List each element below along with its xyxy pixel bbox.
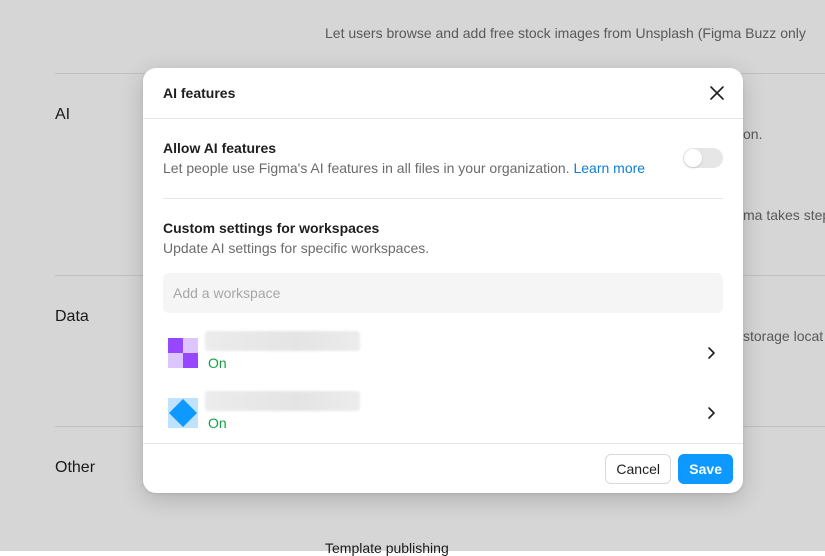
chevron-right-icon	[708, 407, 715, 419]
purple-grid-icon	[168, 338, 198, 368]
cancel-button[interactable]: Cancel	[605, 454, 671, 484]
close-button[interactable]	[705, 81, 729, 105]
section-divider	[163, 198, 723, 199]
chevron-right-icon	[708, 347, 715, 359]
close-icon	[710, 86, 724, 100]
toggle-knob	[684, 149, 702, 167]
learn-more-link[interactable]: Learn more	[573, 160, 645, 176]
save-button[interactable]: Save	[678, 454, 733, 484]
add-workspace-input[interactable]	[163, 273, 723, 313]
custom-settings-description: Update AI settings for specific workspac…	[163, 240, 430, 256]
allow-ai-description-text: Let people use Figma's AI features in al…	[163, 160, 570, 176]
allow-ai-description: Let people use Figma's AI features in al…	[163, 160, 645, 176]
workspace-row[interactable]: On	[163, 326, 723, 382]
dialog-header: AI features	[143, 68, 743, 119]
allow-ai-title: Allow AI features	[163, 140, 277, 156]
dialog-footer: Cancel Save	[143, 443, 743, 493]
allow-ai-toggle[interactable]	[683, 148, 723, 168]
custom-settings-title: Custom settings for workspaces	[163, 220, 380, 236]
workspace-name-redacted	[205, 331, 360, 351]
blue-diamond-icon	[168, 398, 198, 428]
workspace-status: On	[208, 355, 227, 371]
dialog-title: AI features	[163, 85, 236, 101]
workspace-name-redacted	[205, 391, 360, 411]
workspace-row[interactable]: On	[163, 386, 723, 442]
workspace-status: On	[208, 415, 227, 431]
ai-features-dialog: AI features Allow AI features Let people…	[143, 68, 743, 493]
